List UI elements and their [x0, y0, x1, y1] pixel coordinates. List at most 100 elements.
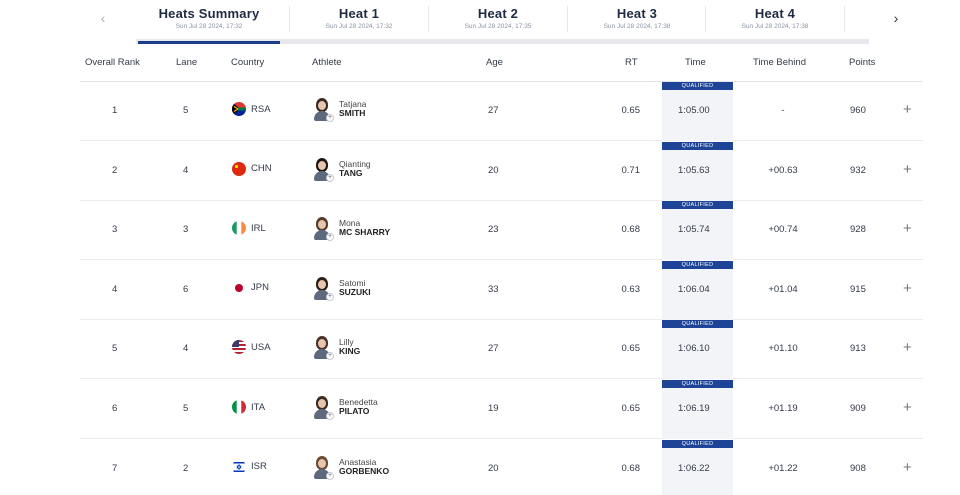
lane-cell: 4	[183, 164, 189, 176]
table-row[interactable]: QUALIFIED 5 4 USA + Lilly KING 27 0.65 1…	[80, 320, 923, 380]
expand-plus-icon[interactable]: +	[903, 339, 912, 356]
athlete-avatar[interactable]: +	[313, 157, 334, 182]
athlete-avatar[interactable]: +	[313, 395, 334, 420]
athlete-cell[interactable]: + Tatjana SMITH	[313, 97, 366, 122]
jpn-flag-icon	[232, 280, 246, 295]
athlete-avatar[interactable]: +	[313, 97, 334, 122]
irl-flag-icon	[232, 221, 246, 236]
tab-heat-1[interactable]: Heat 1 Sun Jul 28 2024, 17:32	[286, 0, 432, 44]
lane-cell: 6	[183, 283, 189, 295]
table-row[interactable]: QUALIFIED 3 3 IRL + Mona MC SHARRY 23 0.…	[80, 201, 923, 261]
tab-heat-3[interactable]: Heat 3 Sun Jul 28 2024, 17:38	[564, 0, 710, 44]
expand-plus-icon[interactable]: +	[903, 280, 912, 297]
col-overall-rank[interactable]: Overall Rank	[85, 57, 140, 68]
country-code: USA	[251, 341, 271, 353]
heat-tabs: ‹ Heats Summary Sun Jul 28 2024, 17:32 H…	[0, 0, 960, 44]
table-row[interactable]: QUALIFIED 2 4 CHN + Qianting TANG 20 0.7…	[80, 141, 923, 201]
country-code: CHN	[251, 163, 272, 175]
table-row[interactable]: QUALIFIED 7 2 ISR + Anastasia GORBENKO 2…	[80, 439, 923, 495]
expand-plus-icon[interactable]: +	[903, 220, 912, 237]
rt-cell: 0.68	[621, 224, 641, 236]
athlete-last-name: TANG	[339, 167, 363, 178]
col-time[interactable]: Time	[685, 57, 706, 68]
time-cell: 1:06.19	[678, 403, 710, 414]
qualified-badge: QUALIFIED	[662, 82, 733, 90]
age-cell: 23	[488, 224, 499, 236]
time-behind-cell: +00.74	[768, 224, 798, 236]
col-time-behind[interactable]: Time Behind	[753, 57, 806, 68]
athlete-avatar[interactable]: +	[313, 455, 334, 480]
col-age[interactable]: Age	[486, 57, 503, 68]
athlete-avatar[interactable]: +	[313, 276, 334, 301]
time-behind-cell: +01.22	[768, 462, 798, 474]
tab-heats-summary[interactable]: Heats Summary Sun Jul 28 2024, 17:32	[136, 0, 282, 44]
athlete-cell[interactable]: + Benedetta PILATO	[313, 395, 378, 420]
col-lane[interactable]: Lane	[176, 57, 197, 68]
tab-date: Sun Jul 28 2024, 17:38	[741, 23, 809, 30]
points-cell: 932	[850, 164, 866, 176]
table-row[interactable]: QUALIFIED 6 5 ITA + Benedetta PILATO 19 …	[80, 380, 923, 439]
rank-cell: 1	[112, 105, 118, 116]
expand-plus-icon[interactable]: +	[903, 101, 912, 118]
country-cell: ISR	[232, 459, 267, 474]
qualified-badge: QUALIFIED	[662, 320, 733, 329]
time-behind-cell: -	[781, 105, 785, 116]
age-cell: 27	[488, 343, 499, 355]
chn-flag-icon	[232, 161, 246, 176]
col-points[interactable]: Points	[849, 57, 875, 68]
lane-cell: 5	[183, 403, 189, 414]
athlete-last-name: SUZUKI	[339, 286, 371, 297]
athlete-cell[interactable]: + Anastasia GORBENKO	[313, 455, 389, 480]
athlete-cell[interactable]: + Mona MC SHARRY	[313, 216, 390, 242]
points-cell: 915	[850, 283, 866, 295]
table-row[interactable]: QUALIFIED 1 5 RSA + Tatjana SMITH 27 0.6…	[80, 82, 923, 141]
rt-cell: 0.68	[621, 462, 641, 474]
rank-cell: 4	[112, 283, 118, 295]
expand-plus-icon[interactable]: +	[903, 459, 912, 476]
athlete-cell[interactable]: + Satomi SUZUKI	[313, 276, 371, 301]
athlete-cell[interactable]: + Qianting TANG	[313, 157, 371, 182]
athlete-cell[interactable]: + Lilly KING	[313, 335, 361, 361]
country-cell: RSA	[232, 102, 271, 116]
prev-arrow-icon[interactable]: ‹	[95, 10, 111, 26]
usa-flag-icon	[232, 340, 246, 355]
expand-plus-icon[interactable]: +	[903, 161, 912, 178]
age-cell: 27	[488, 105, 499, 116]
athlete-avatar[interactable]: +	[313, 335, 334, 361]
table-row[interactable]: QUALIFIED 4 6 JPN + Satomi SUZUKI 33 0.6…	[80, 260, 923, 320]
next-arrow-icon[interactable]: ›	[888, 10, 904, 26]
country-cell: USA	[232, 340, 271, 355]
rank-cell: 3	[112, 224, 118, 236]
qualified-badge: QUALIFIED	[662, 380, 733, 388]
rt-cell: 0.65	[621, 105, 641, 116]
rsa-flag-icon	[232, 102, 246, 116]
rank-cell: 7	[112, 462, 118, 474]
col-rt[interactable]: RT	[625, 57, 638, 68]
tab-heat-2[interactable]: Heat 2 Sun Jul 28 2024, 17:35	[425, 0, 571, 44]
expand-plus-icon[interactable]: +	[903, 399, 912, 416]
tab-title: Heats Summary	[158, 6, 260, 21]
col-country[interactable]: Country	[231, 57, 264, 68]
rt-cell: 0.71	[621, 164, 641, 176]
qualified-badge: QUALIFIED	[662, 260, 733, 269]
time-cell: 1:05.63	[678, 164, 710, 176]
rt-cell: 0.63	[621, 283, 641, 295]
tab-date: Sun Jul 28 2024, 17:35	[464, 23, 532, 30]
country-code: JPN	[251, 282, 269, 294]
time-behind-cell: +01.10	[768, 343, 798, 355]
age-cell: 20	[488, 462, 499, 474]
country-code: IRL	[251, 222, 266, 234]
tab-date: Sun Jul 28 2024, 17:32	[175, 23, 243, 30]
time-cell: 1:06.10	[678, 343, 710, 355]
col-athlete[interactable]: Athlete	[312, 57, 342, 68]
tab-date: Sun Jul 28 2024, 17:38	[603, 23, 671, 30]
athlete-last-name: KING	[339, 346, 361, 357]
lane-cell: 2	[183, 462, 189, 474]
time-cell: 1:06.22	[678, 462, 710, 474]
plus-icon: +	[326, 471, 334, 480]
plus-icon: +	[326, 292, 334, 301]
tab-heat-4[interactable]: Heat 4 Sun Jul 28 2024, 17:38	[702, 0, 848, 44]
isr-flag-icon	[232, 459, 246, 474]
athlete-avatar[interactable]: +	[313, 216, 334, 242]
results-table-header: Overall Rank Lane Country Athlete Age RT…	[80, 52, 923, 82]
